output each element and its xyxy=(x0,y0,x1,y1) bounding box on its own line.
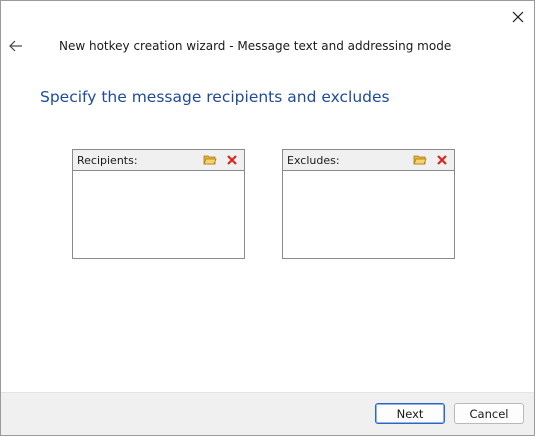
close-icon xyxy=(512,11,524,23)
recipients-header: Recipients: xyxy=(73,150,244,171)
recipients-label: Recipients: xyxy=(77,153,138,167)
window-title: New hotkey creation wizard - Message tex… xyxy=(59,39,452,53)
excludes-panel: Excludes: xyxy=(282,149,455,259)
next-button[interactable]: Next xyxy=(375,403,445,424)
excludes-list[interactable] xyxy=(283,171,454,258)
back-button[interactable] xyxy=(6,36,26,56)
excludes-label: Excludes: xyxy=(287,153,340,167)
page-heading: Specify the message recipients and exclu… xyxy=(40,88,390,106)
recipients-panel: Recipients: xyxy=(72,149,245,259)
arrow-left-icon xyxy=(9,40,22,52)
folder-open-icon xyxy=(203,155,217,165)
recipients-remove-button[interactable] xyxy=(225,153,239,167)
recipients-toolbar xyxy=(203,153,239,167)
excludes-toolbar xyxy=(413,153,449,167)
folder-open-icon xyxy=(413,155,427,165)
excludes-add-button[interactable] xyxy=(413,153,427,167)
excludes-header: Excludes: xyxy=(283,150,454,171)
excludes-remove-button[interactable] xyxy=(435,153,449,167)
cancel-button[interactable]: Cancel xyxy=(454,403,524,424)
recipients-add-button[interactable] xyxy=(203,153,217,167)
delete-x-icon xyxy=(437,155,447,165)
close-button[interactable] xyxy=(507,6,529,28)
wizard-footer: Next Cancel xyxy=(1,392,534,435)
recipients-list[interactable] xyxy=(73,171,244,258)
delete-x-icon xyxy=(227,155,237,165)
wizard-window: New hotkey creation wizard - Message tex… xyxy=(0,0,535,436)
